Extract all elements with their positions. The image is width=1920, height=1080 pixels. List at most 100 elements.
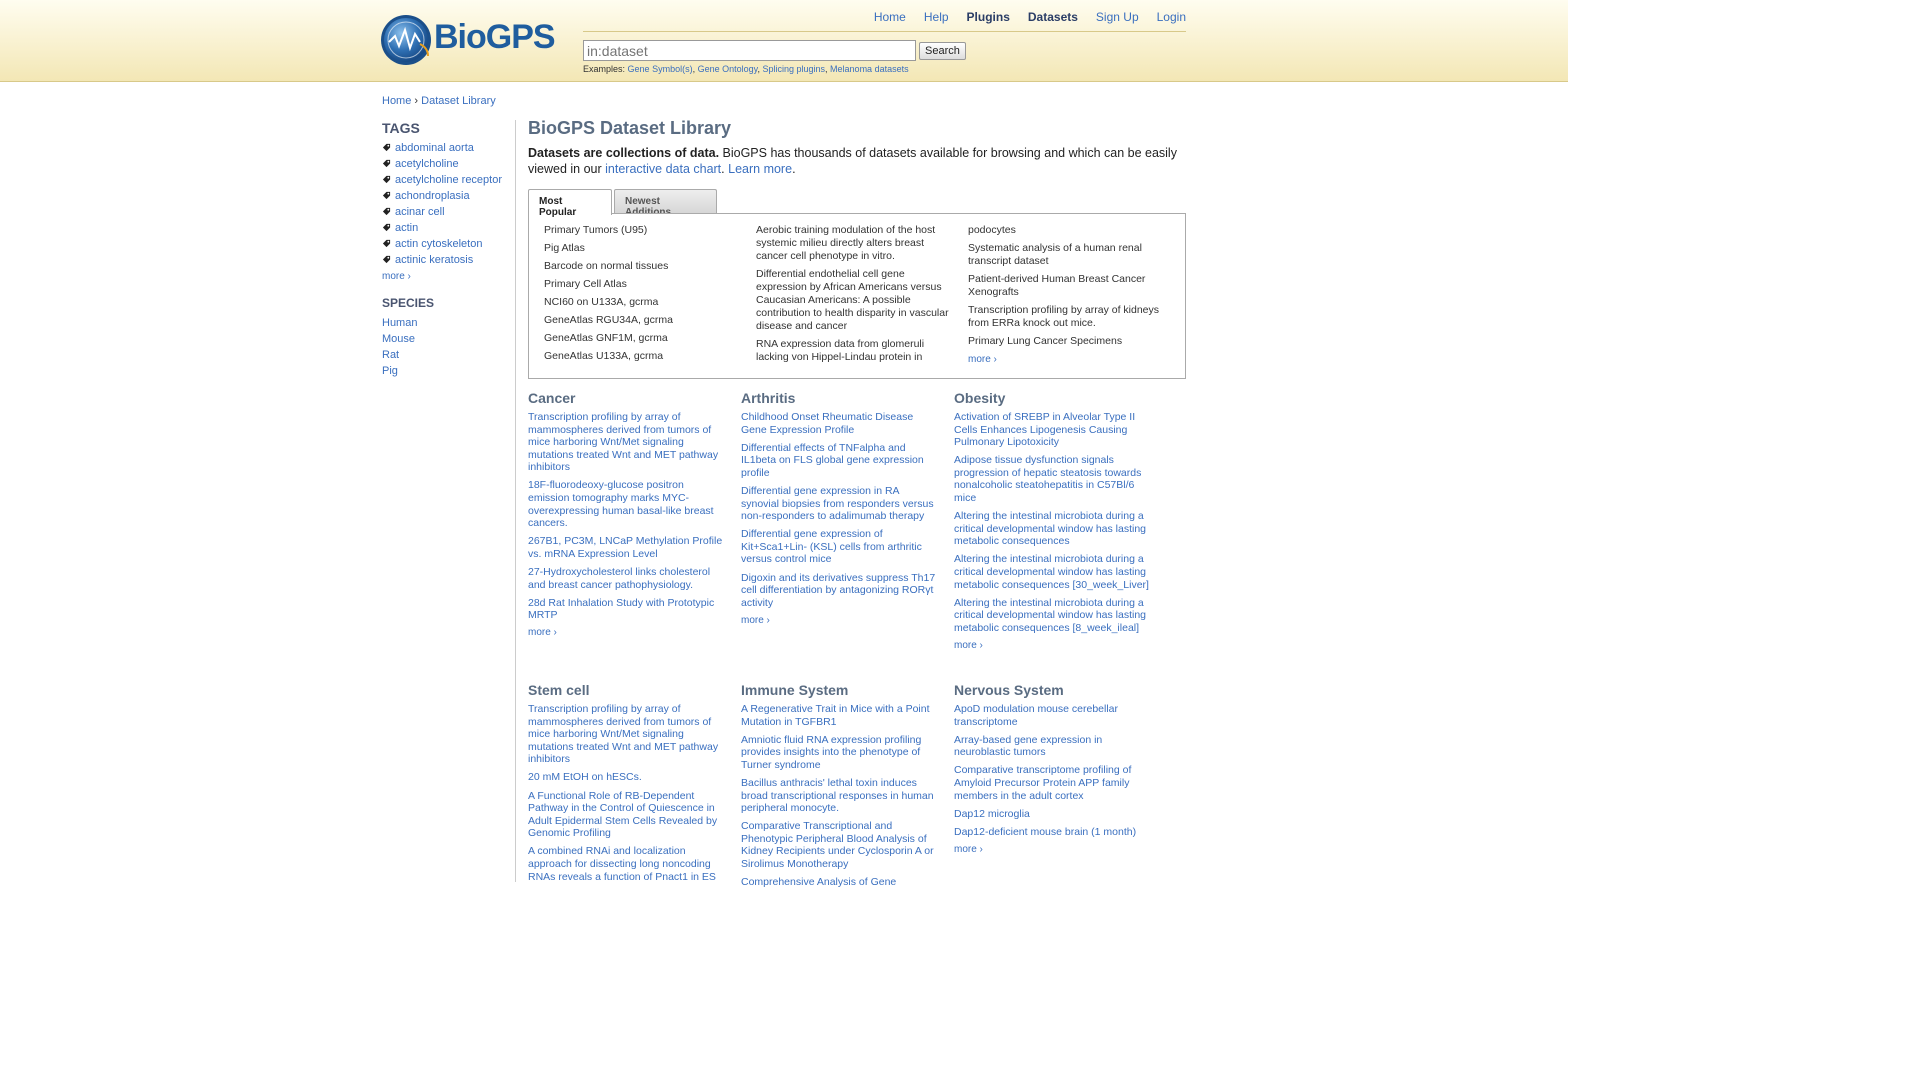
popular-more-link[interactable]: more › xyxy=(968,354,997,365)
category-dataset-link[interactable]: Adipose tissue dysfunction signals progr… xyxy=(954,454,1154,504)
tag-item[interactable]: actin cytoskeleton xyxy=(382,237,514,253)
learn-more-link[interactable]: Learn more xyxy=(728,162,792,176)
category-dataset-link[interactable]: A Functional Role of RB-Dependent Pathwa… xyxy=(528,790,724,840)
tag-link[interactable]: actin xyxy=(395,222,418,234)
nav-sign-up[interactable]: Sign Up xyxy=(1096,10,1139,24)
interactive-data-chart-link[interactable]: interactive data chart xyxy=(605,162,721,176)
category-dataset-link[interactable]: Differential gene expression of Kit+Sca1… xyxy=(741,528,937,566)
popular-dataset-item[interactable]: GeneAtlas RGU34A, gcrma xyxy=(544,314,744,327)
category-dataset-link[interactable]: Digoxin and its derivatives suppress Th1… xyxy=(741,572,937,610)
tag-link[interactable]: abdominal aorta xyxy=(395,142,474,154)
category-more-link[interactable]: more › xyxy=(741,615,937,626)
species-link[interactable]: Pig xyxy=(382,365,398,377)
category-dataset-link[interactable]: 27-Hydroxycholesterol links cholesterol … xyxy=(528,566,724,591)
tag-item[interactable]: actinic keratosis xyxy=(382,253,514,269)
category-dataset-link[interactable]: Altering the intestinal microbiota durin… xyxy=(954,597,1154,635)
category-dataset-link[interactable]: Amniotic fluid RNA expression profiling … xyxy=(741,734,937,772)
category-title: Immune System xyxy=(741,682,849,698)
category-dataset-link[interactable]: 18F-fluorodeoxy-glucose positron emissio… xyxy=(528,479,724,529)
category-dataset-link[interactable]: Dap12-deficient mouse brain (1 month) xyxy=(954,826,1154,839)
popular-dataset-item[interactable]: NCI60 on U133A, gcrma xyxy=(544,296,744,309)
example-gene-ontology[interactable]: Gene Ontology xyxy=(698,64,758,74)
popular-dataset-item[interactable]: podocytes xyxy=(968,224,1168,237)
example-gene-symbol[interactable]: Gene Symbol(s) xyxy=(628,64,693,74)
tab-newest-additions[interactable]: Newest Additions xyxy=(614,189,717,218)
sidebar-divider xyxy=(515,120,516,882)
tag-item[interactable]: abdominal aorta xyxy=(382,141,514,157)
popular-dataset-item[interactable]: Barcode on normal tissues xyxy=(544,260,744,273)
popular-dataset-item[interactable]: GeneAtlas GNF1M, gcrma xyxy=(544,332,744,345)
nav-home[interactable]: Home xyxy=(874,10,906,24)
category-dataset-link[interactable]: Differential effects of TNFalpha and IL1… xyxy=(741,442,937,480)
popular-dataset-item[interactable]: Transcription profiling by array of kidn… xyxy=(968,304,1168,330)
popular-dataset-item[interactable]: Primary Lung Cancer Specimens xyxy=(968,335,1168,348)
popular-dataset-item[interactable]: Differential endothelial cell gene expre… xyxy=(756,268,954,333)
tag-link[interactable]: actinic keratosis xyxy=(395,254,473,266)
breadcrumb-home[interactable]: Home xyxy=(382,95,411,107)
tag-item[interactable]: actin xyxy=(382,221,514,237)
species-link[interactable]: Mouse xyxy=(382,333,415,345)
tag-item[interactable]: acetylcholine receptor xyxy=(382,173,514,189)
tag-link[interactable]: acetylcholine receptor xyxy=(395,174,502,186)
category-dataset-link[interactable]: 267B1, PC3M, LNCaP Methylation Profile v… xyxy=(528,535,724,560)
tag-link[interactable]: acinar cell xyxy=(395,206,445,218)
category-dataset-link[interactable]: Altering the intestinal microbiota durin… xyxy=(954,553,1154,591)
species-item[interactable]: Mouse xyxy=(382,332,514,348)
category-dataset-link[interactable]: Comprehensive Analysis of Gene xyxy=(741,876,937,889)
search-input[interactable] xyxy=(583,40,916,61)
logo-wordmark[interactable]: BioGPS xyxy=(434,18,556,57)
category-title: Cancer xyxy=(528,390,576,406)
species-item[interactable]: Rat xyxy=(382,348,514,364)
nav-plugins[interactable]: Plugins xyxy=(967,10,1010,24)
popular-dataset-item[interactable]: RNA expression data from glomeruli lacki… xyxy=(756,338,954,364)
category-dataset-link[interactable]: Array-based gene expression in neuroblas… xyxy=(954,734,1154,759)
category-dataset-link[interactable]: 20 mM EtOH on hESCs. xyxy=(528,771,724,784)
category-dataset-link[interactable]: Comparative Transcriptional and Phenotyp… xyxy=(741,820,937,870)
nav-login[interactable]: Login xyxy=(1157,10,1186,24)
species-item[interactable]: Human xyxy=(382,316,514,332)
category-dataset-link[interactable]: A combined RNAi and localization approac… xyxy=(528,845,724,883)
tag-item[interactable]: acetylcholine xyxy=(382,157,514,173)
popular-dataset-item[interactable]: Primary Cell Atlas xyxy=(544,278,744,291)
category-dataset-link[interactable]: Differential gene expression in RA synov… xyxy=(741,485,937,523)
search-button[interactable]: Search xyxy=(919,42,966,60)
tag-list: abdominal aorta acetylcholine acetylcholin… xyxy=(382,141,514,269)
popular-dataset-item[interactable]: Systematic analysis of a human renal tra… xyxy=(968,242,1168,268)
category-dataset-link[interactable]: Transcription profiling by array of mamm… xyxy=(528,703,724,766)
category-more-link[interactable]: more › xyxy=(954,640,1154,651)
example-splicing-plugins[interactable]: Splicing plugins xyxy=(762,64,825,74)
category-dataset-link[interactable]: ApoD modulation mouse cerebellar transcr… xyxy=(954,703,1154,728)
tag-link[interactable]: acetylcholine xyxy=(395,158,459,170)
popular-dataset-item[interactable]: Aerobic training modulation of the host … xyxy=(756,224,954,263)
species-item[interactable]: Pig xyxy=(382,364,514,380)
intro-text: Datasets are collections of data. BioGPS… xyxy=(528,146,1177,176)
category-dataset-link[interactable]: A Regenerative Trait in Mice with a Poin… xyxy=(741,703,937,728)
tag-item[interactable]: acinar cell xyxy=(382,205,514,221)
popular-dataset-item[interactable]: Pig Atlas xyxy=(544,242,744,255)
species-link[interactable]: Human xyxy=(382,317,417,329)
category-dataset-link[interactable]: Activation of SREBP in Alveolar Type II … xyxy=(954,411,1154,449)
breadcrumb-current[interactable]: Dataset Library xyxy=(421,95,496,107)
tag-link[interactable]: achondroplasia xyxy=(395,190,470,202)
tag-link[interactable]: actin cytoskeleton xyxy=(395,238,482,250)
category-dataset-link[interactable]: Altering the intestinal microbiota durin… xyxy=(954,510,1154,548)
popular-dataset-item[interactable]: GeneAtlas U133A, gcrma xyxy=(544,350,744,363)
category-dataset-link[interactable]: Transcription profiling by array of mamm… xyxy=(528,411,724,474)
tags-more-link[interactable]: more › xyxy=(382,271,514,282)
category-dataset-link[interactable]: Bacillus anthracis' lethal toxin induces… xyxy=(741,777,937,815)
tab-most-popular[interactable]: Most Popular xyxy=(528,189,612,218)
category-more-link[interactable]: more › xyxy=(954,844,1154,855)
popular-column-2: Aerobic training modulation of the host … xyxy=(756,224,954,369)
category-dataset-link[interactable]: 28d Rat Inhalation Study with Prototypic… xyxy=(528,597,724,622)
example-melanoma-datasets[interactable]: Melanoma datasets xyxy=(830,64,909,74)
category-dataset-link[interactable]: Childhood Onset Rheumatic Disease Gene E… xyxy=(741,411,937,436)
nav-datasets[interactable]: Datasets xyxy=(1028,10,1078,24)
popular-dataset-item[interactable]: Patient-derived Human Breast Cancer Xeno… xyxy=(968,273,1168,299)
popular-dataset-item[interactable]: Primary Tumors (U95) xyxy=(544,224,744,237)
category-more-link[interactable]: more › xyxy=(528,627,724,638)
species-link[interactable]: Rat xyxy=(382,349,399,361)
category-dataset-link[interactable]: Comparative transcriptome profiling of A… xyxy=(954,764,1154,802)
category-dataset-link[interactable]: Dap12 microglia xyxy=(954,808,1154,821)
tag-item[interactable]: achondroplasia xyxy=(382,189,514,205)
nav-help[interactable]: Help xyxy=(924,10,949,24)
